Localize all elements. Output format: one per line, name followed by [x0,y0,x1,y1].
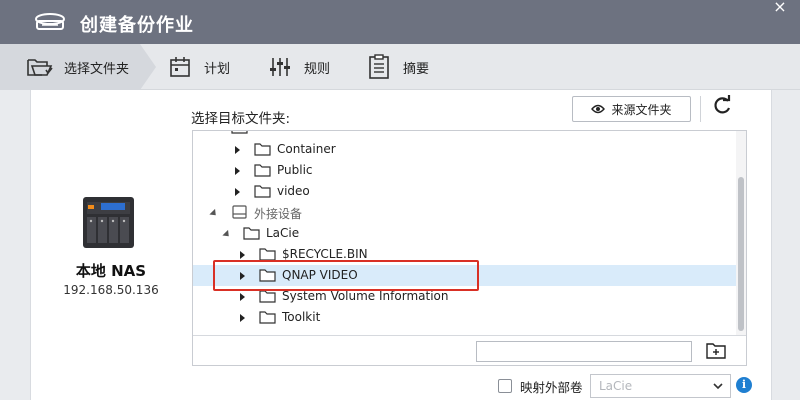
expand-arrow-icon[interactable] [240,293,245,301]
folder-icon [254,143,271,156]
tree-row-lacie[interactable]: LaCie [193,223,738,244]
expand-arrow-icon[interactable] [235,146,240,154]
window-title: 创建备份作业 [80,15,194,36]
folder-icon [259,311,276,324]
expand-arrow-icon[interactable] [240,251,245,259]
title-bar: 创建备份作业 × [0,0,800,44]
clipboard-icon [365,53,393,81]
step-rules[interactable]: 规则 [266,44,330,90]
toolbar-divider [700,96,701,122]
tree-row-label: Toolkit [282,310,321,324]
nas-name: 本地 NAS [75,262,147,280]
nas-device-icon [83,197,134,248]
step-arrow [140,44,156,90]
tree-row-label: Container [277,142,336,156]
nas-ip: 192.168.50.136 [63,283,159,297]
step-label: 选择文件夹 [64,61,130,77]
folder-tree-list: Container Public video 外接设备 LaCie $RECYC… [193,131,738,335]
folder-icon [254,164,271,177]
scrollbar-thumb[interactable] [738,177,744,331]
info-icon[interactable]: i [736,377,752,393]
folder-icon [259,269,276,282]
step-select-folder[interactable]: 选择文件夹 [0,44,140,90]
tree-row[interactable]: video [193,181,738,202]
tree-row[interactable]: $RECYCLE.BIN [193,244,738,265]
folder-icon [231,131,248,134]
folder-tree[interactable]: Container Public video 外接设备 LaCie $RECYC… [192,130,747,366]
tree-row-selected[interactable]: QNAP VIDEO [193,265,738,286]
expand-arrow-icon[interactable] [240,314,245,322]
main-panel: 本地 NAS 192.168.50.136 选择目标文件夹: 来源文件夹 Con… [30,90,772,400]
external-volume-value: LaCie [599,379,633,393]
map-external-volume[interactable]: 映射外部卷 [498,376,583,396]
collapse-arrow-icon[interactable] [209,208,219,219]
external-volume-select[interactable]: LaCie [590,374,731,398]
map-external-checkbox[interactable] [498,379,512,393]
external-drive-icon [232,205,247,219]
folder-icon [259,248,276,261]
tree-row-label: LaCie [266,226,300,240]
qnap-hbs-logo-icon [35,13,65,30]
tree-row-label: $RECYCLE.BIN [282,247,368,261]
source-folder-button[interactable]: 来源文件夹 [572,96,691,122]
source-folder-label: 来源文件夹 [611,102,672,117]
expand-arrow-icon[interactable] [240,272,245,280]
tree-row-label: System Volume Information [282,289,449,303]
step-label: 摘要 [403,61,430,77]
step-label: 计划 [204,61,231,77]
tree-row-external-devices[interactable]: 外接设备 [193,202,738,223]
tree-row[interactable]: Toolkit [193,307,738,328]
eye-icon [591,104,606,114]
chevron-down-icon [713,383,723,390]
calendar-icon [166,53,194,81]
tree-row-label: video [277,184,310,198]
tree-row-label: Public [277,163,313,177]
step-label: 规则 [304,61,331,77]
tree-row[interactable]: System Volume Information [193,286,738,307]
step-summary[interactable]: 摘要 [365,44,429,90]
folder-icon [254,185,271,198]
collapse-arrow-icon[interactable] [222,229,232,240]
expand-arrow-icon[interactable] [235,188,240,196]
tree-row-partial [193,131,738,138]
tree-row-label: 外接设备 [254,207,303,221]
step-schedule[interactable]: 计划 [166,44,230,90]
expand-arrow-icon[interactable] [235,167,240,175]
close-button[interactable]: × [770,0,790,16]
new-folder-name-input[interactable] [476,341,692,362]
folder-select-icon [26,53,54,81]
new-folder-icon[interactable] [706,340,726,360]
tree-footer [193,335,746,365]
tree-row[interactable]: Container [193,139,738,160]
tree-row-label: QNAP VIDEO [282,268,358,282]
wizard-steps: 选择文件夹 计划 规则 摘要 [0,44,800,90]
refresh-icon[interactable] [711,95,733,117]
sliders-icon [266,53,294,81]
folder-icon [243,227,260,240]
tree-row[interactable]: Public [193,160,738,181]
map-external-label: 映射外部卷 [520,379,583,395]
folder-icon [259,290,276,303]
target-folder-label: 选择目标文件夹: [191,111,291,127]
tree-scrollbar[interactable] [736,131,746,335]
